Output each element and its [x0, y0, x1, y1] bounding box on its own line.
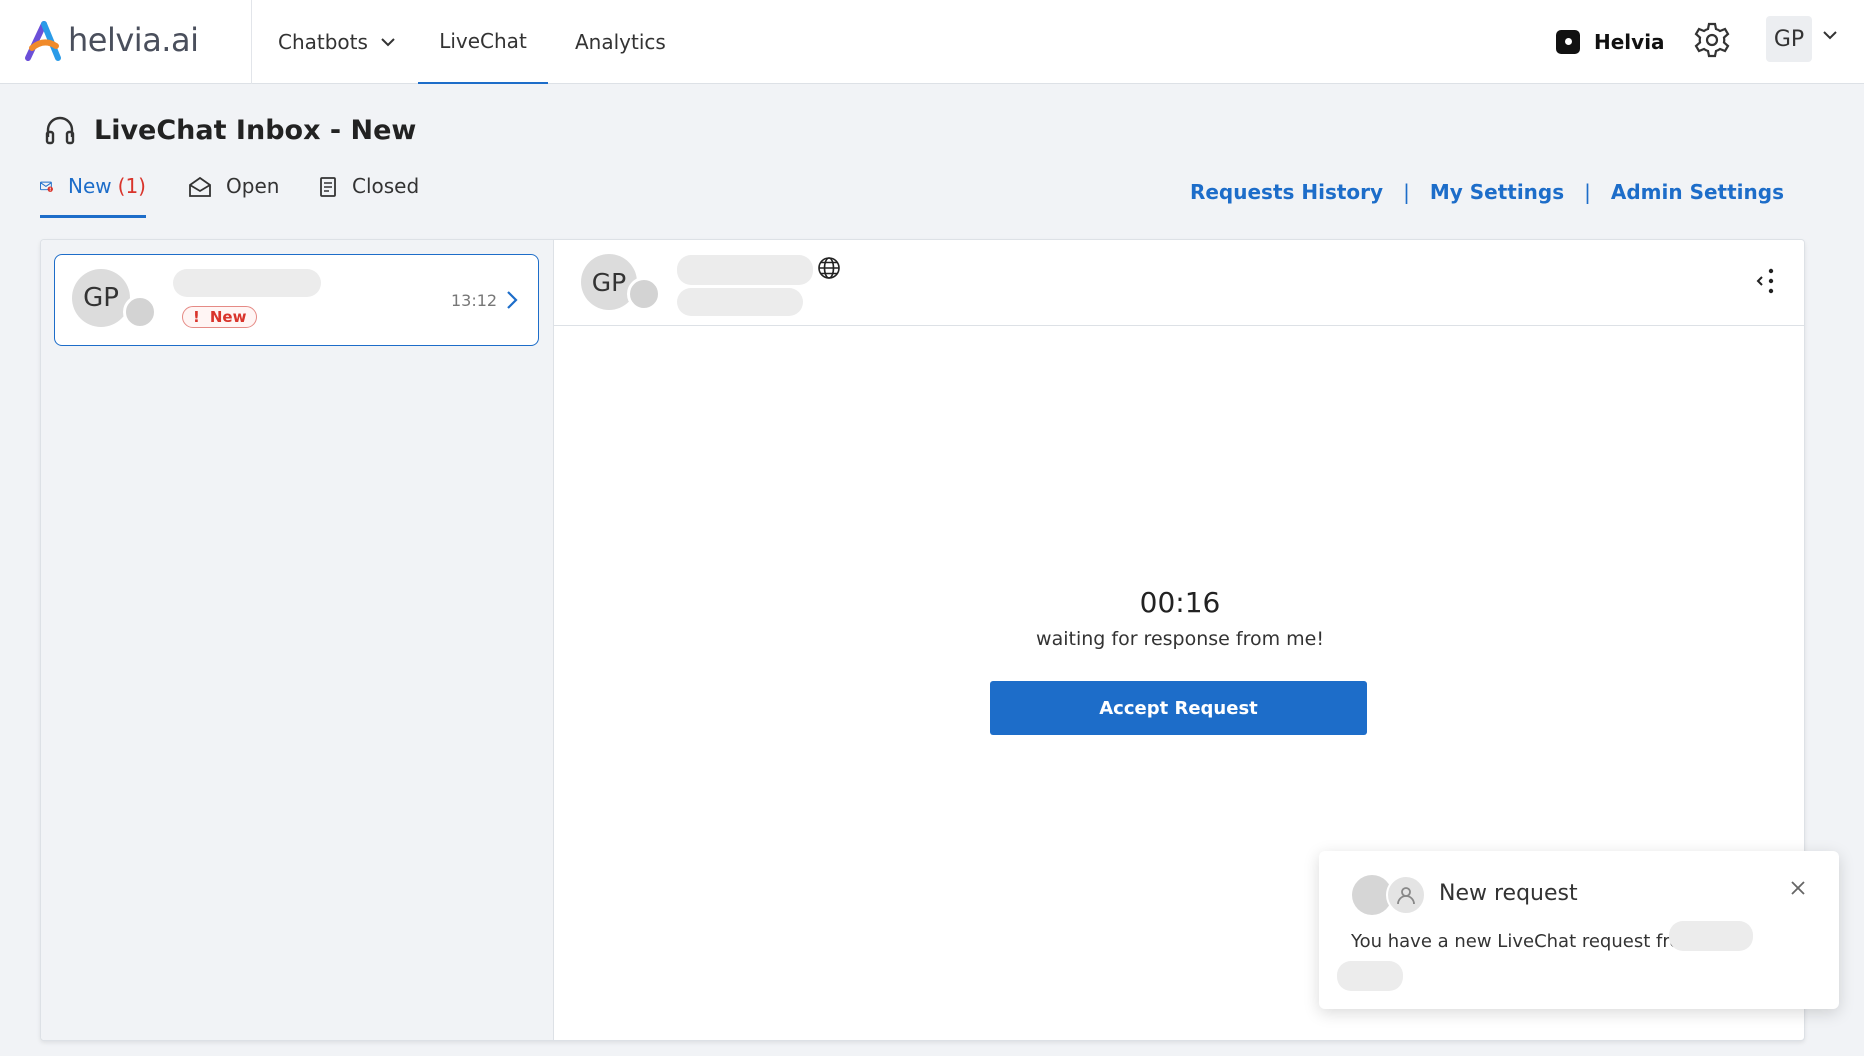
toast-message: You have a new LiveChat request from — [1351, 931, 1698, 952]
conversation-avatar: GP — [72, 269, 130, 327]
new-badge-label: New — [209, 308, 247, 326]
redacted-name — [1337, 961, 1403, 991]
redacted-name — [173, 269, 321, 297]
user-initials: GP — [1773, 26, 1805, 52]
link-separator: | — [1584, 180, 1591, 204]
link-separator: | — [1403, 180, 1410, 204]
admin-settings-link[interactable]: Admin Settings — [1611, 180, 1784, 204]
gear-icon[interactable] — [1692, 20, 1732, 60]
chat-header: GP — [554, 240, 1804, 326]
brand-logo[interactable]: helvia.ai — [24, 18, 199, 62]
toast-title: New request — [1439, 881, 1578, 906]
conversation-list: GP ! New 13:12 — [41, 240, 554, 1040]
mail-alert-icon — [40, 181, 53, 192]
tab-closed[interactable]: Closed — [318, 170, 419, 218]
nav-livechat[interactable]: LiveChat — [418, 0, 548, 84]
helvia-logo-icon — [25, 21, 61, 61]
conversation-avatar-initials: GP — [83, 283, 119, 313]
nav-chatbots[interactable]: Chatbots — [278, 0, 396, 84]
redacted-name — [677, 255, 813, 285]
nav-chatbots-label: Chatbots — [278, 30, 368, 54]
requests-history-link[interactable]: Requests History — [1190, 180, 1383, 204]
nav-analytics[interactable]: Analytics — [575, 0, 666, 84]
page-header: LiveChat Inbox - New — [44, 110, 416, 150]
tab-closed-label: Closed — [352, 174, 420, 198]
document-icon — [320, 177, 336, 197]
page-title: LiveChat Inbox - New — [94, 114, 417, 146]
tab-new-count: (1) — [117, 174, 146, 198]
user-avatar[interactable]: GP — [1766, 16, 1812, 62]
agent-avatar — [1386, 875, 1426, 915]
redacted-name — [1669, 921, 1753, 951]
nav-divider — [251, 0, 252, 84]
organization-icon — [1556, 30, 1580, 54]
waiting-timer: 00:16 — [1139, 586, 1221, 619]
mail-open-icon — [189, 176, 211, 197]
accept-request-button[interactable]: Accept Request — [990, 681, 1367, 735]
tab-open-label: Open — [226, 174, 280, 198]
status-indicator — [627, 277, 661, 311]
redacted-detail — [677, 288, 803, 316]
organization-selector[interactable]: Helvia — [1556, 26, 1665, 58]
chat-avatar-initials: GP — [591, 267, 627, 297]
my-settings-link[interactable]: My Settings — [1430, 180, 1564, 204]
alert-icon: ! — [193, 308, 200, 326]
globe-icon — [818, 257, 840, 279]
headset-icon — [45, 116, 75, 145]
new-badge: ! New — [182, 306, 258, 328]
nav-analytics-label: Analytics — [575, 30, 666, 54]
user-icon — [1397, 887, 1415, 905]
organization-name: Helvia — [1594, 30, 1665, 54]
conversation-item[interactable]: GP ! New 13:12 — [54, 254, 539, 346]
header-links: Requests History | My Settings | Admin S… — [1190, 180, 1784, 204]
tab-open[interactable]: Open — [188, 170, 279, 218]
chevron-right-icon[interactable] — [505, 289, 519, 311]
status-indicator — [123, 295, 157, 329]
brand-name: helvia.ai — [68, 21, 199, 59]
chevron-down-icon[interactable] — [1822, 30, 1838, 40]
waiting-message: waiting for response from me! — [1036, 628, 1324, 650]
more-options-icon[interactable] — [1754, 266, 1778, 300]
tab-new[interactable]: New (1) — [40, 170, 146, 218]
top-navigation-bar: helvia.ai Chatbots LiveChat Analytics He… — [0, 0, 1864, 84]
nav-livechat-label: LiveChat — [439, 29, 527, 53]
chevron-down-icon — [380, 37, 396, 47]
close-icon[interactable] — [1789, 879, 1807, 897]
new-request-toast: New request You have a new LiveChat requ… — [1319, 851, 1839, 1009]
conversation-time: 13:12 — [451, 291, 498, 310]
tab-new-label: New — [68, 174, 112, 198]
